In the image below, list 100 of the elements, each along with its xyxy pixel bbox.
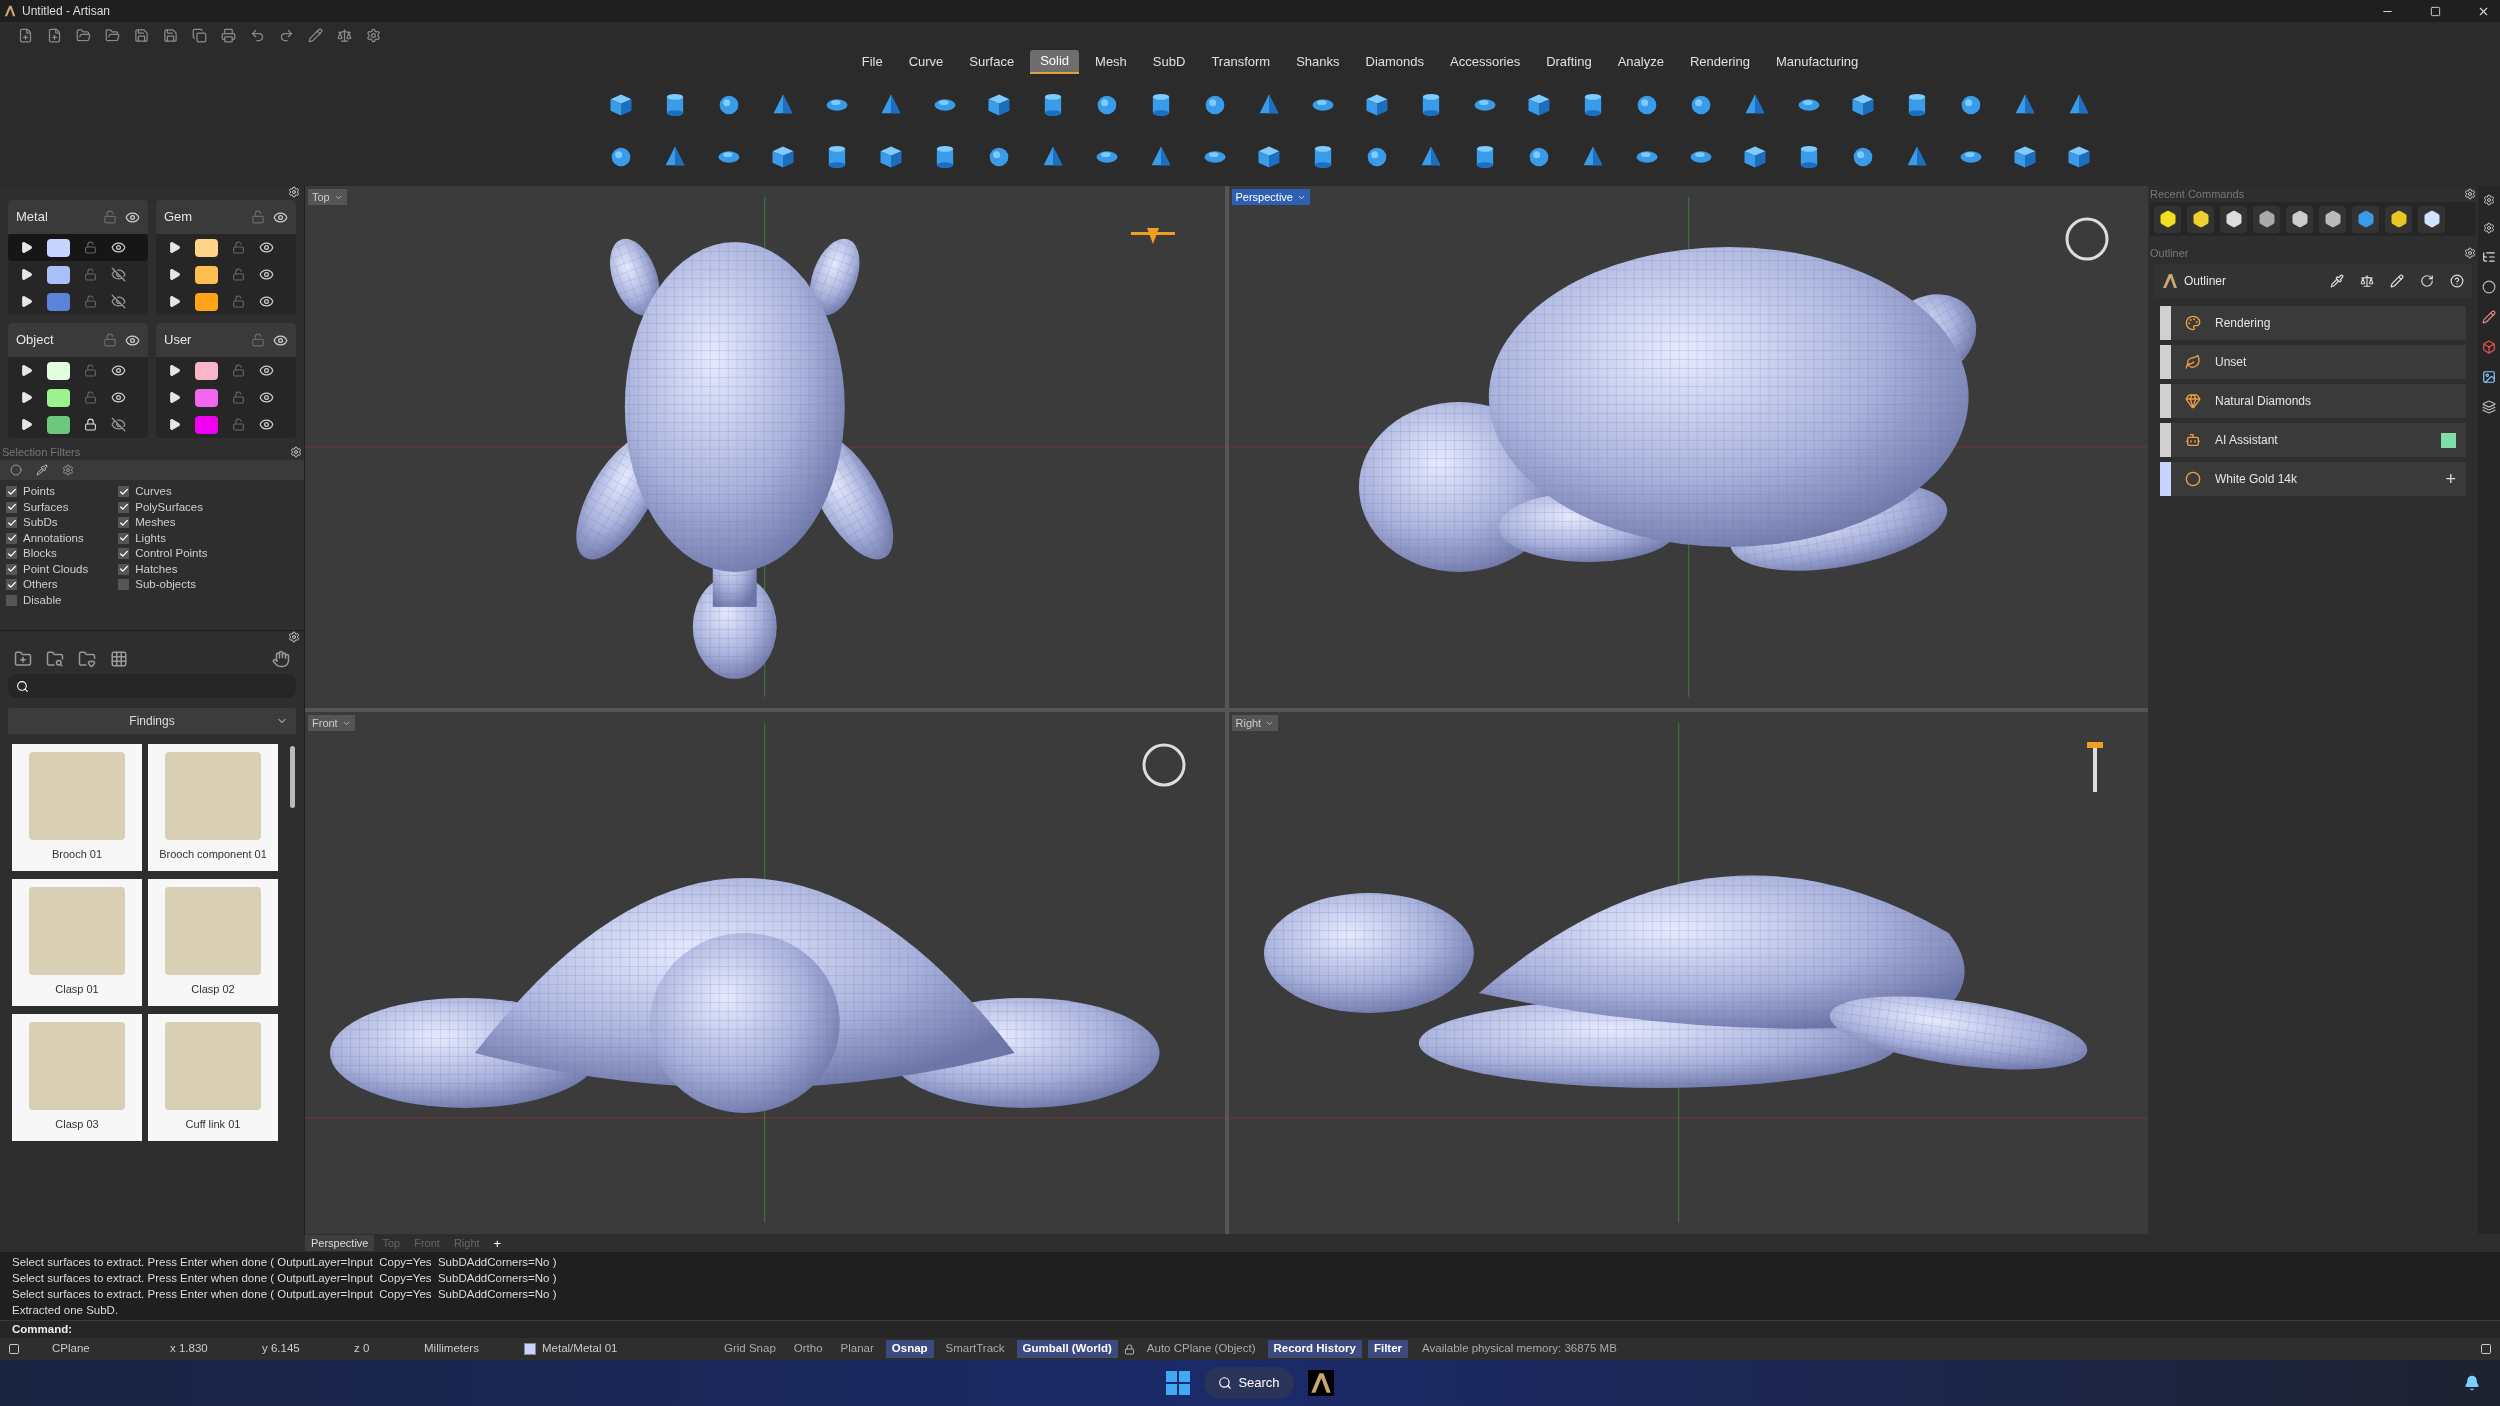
eyedropper-icon[interactable]: [2330, 274, 2344, 288]
eye-icon[interactable]: [273, 209, 288, 225]
layer-color-swatch[interactable]: [195, 361, 218, 380]
checkbox[interactable]: [6, 532, 17, 544]
command-icon[interactable]: [2290, 210, 2309, 228]
checkbox[interactable]: [118, 517, 130, 529]
maximize-icon[interactable]: [2430, 5, 2441, 17]
command-icon[interactable]: [2389, 210, 2408, 228]
quick-access-icon[interactable]: [76, 27, 91, 43]
unlock-icon[interactable]: [232, 268, 245, 281]
quick-access-icon[interactable]: [105, 27, 120, 43]
command-icon[interactable]: [2356, 210, 2375, 228]
menu-tab[interactable]: Solid: [1030, 50, 1080, 74]
windows-start-icon[interactable]: [1166, 1371, 1191, 1395]
layer-color-swatch[interactable]: [195, 238, 218, 257]
unlock-icon[interactable]: [84, 364, 97, 377]
play-icon[interactable]: [20, 295, 33, 308]
command-icon[interactable]: [2422, 210, 2441, 228]
scrollbar-thumb[interactable]: [290, 746, 295, 808]
status-toggle[interactable]: Record History: [1267, 1340, 1362, 1358]
checkbox[interactable]: [6, 548, 17, 560]
quick-access-icon[interactable]: [221, 27, 236, 43]
eye-icon[interactable]: [259, 363, 274, 378]
circle-tab-icon[interactable]: [2482, 280, 2496, 294]
view-tab[interactable]: Perspective: [305, 1235, 375, 1251]
layers-tab-icon[interactable]: [2482, 400, 2496, 414]
command-icon[interactable]: [2224, 210, 2243, 228]
settings-icon[interactable]: [288, 631, 300, 643]
play-icon[interactable]: [20, 418, 33, 431]
menu-tab[interactable]: File: [851, 50, 893, 74]
quick-access-icon[interactable]: [18, 27, 33, 43]
layer-color-swatch[interactable]: [195, 388, 218, 407]
quick-access-icon[interactable]: [250, 27, 265, 43]
checkbox[interactable]: [6, 563, 17, 575]
checkbox[interactable]: [6, 579, 17, 591]
play-icon[interactable]: [168, 391, 181, 404]
layer-color-swatch[interactable]: [47, 238, 70, 257]
layer-color-swatch[interactable]: [195, 265, 218, 284]
settings-icon[interactable]: [288, 186, 300, 198]
settings-icon[interactable]: [2464, 247, 2476, 259]
status-toggle[interactable]: Osnap: [885, 1340, 934, 1358]
viewport[interactable]: Right: [1228, 712, 2148, 1234]
eye-icon[interactable]: [259, 240, 274, 255]
status-toggle[interactable]: Planar: [834, 1340, 880, 1358]
viewport-label[interactable]: Right: [1231, 715, 1279, 731]
library-item-card[interactable]: Brooch component 01: [148, 744, 278, 871]
unlock-icon[interactable]: [84, 241, 97, 254]
category-dropdown[interactable]: Findings: [8, 708, 296, 734]
scale-icon[interactable]: [2360, 274, 2374, 288]
checkbox[interactable]: [6, 517, 17, 529]
quick-access-icon[interactable]: [47, 27, 62, 43]
checkbox[interactable]: [6, 594, 17, 606]
layer-color-swatch[interactable]: [47, 265, 70, 284]
add-button[interactable]: +: [2445, 470, 2456, 488]
checkbox[interactable]: [118, 563, 130, 575]
lock-icon[interactable]: [84, 418, 97, 431]
layer-row[interactable]: [8, 234, 148, 261]
menu-tab[interactable]: Analyze: [1607, 50, 1674, 74]
checkbox[interactable]: [6, 501, 17, 513]
eye-off-icon[interactable]: [111, 417, 126, 432]
library-item-card[interactable]: Cuff link 01: [148, 1014, 278, 1141]
command-icon[interactable]: [2257, 210, 2276, 228]
rotate-ring-icon[interactable]: [1140, 742, 1187, 788]
eye-icon[interactable]: [259, 390, 274, 405]
checkbox[interactable]: [118, 532, 130, 544]
eye-off-icon[interactable]: [111, 294, 126, 309]
library-item-card[interactable]: Clasp 03: [12, 1014, 142, 1141]
menu-tab[interactable]: SubD: [1142, 50, 1196, 74]
checkbox[interactable]: [118, 501, 130, 513]
cplane-label[interactable]: CPlane: [52, 1340, 112, 1358]
layer-color-swatch[interactable]: [47, 292, 70, 311]
outliner-row[interactable]: White Gold 14k +: [2160, 462, 2466, 496]
layer-color-swatch[interactable]: [195, 292, 218, 311]
eye-icon[interactable]: [111, 240, 126, 255]
unlock-icon[interactable]: [232, 241, 245, 254]
menu-tab[interactable]: Surface: [959, 50, 1025, 74]
folder-search-icon[interactable]: [46, 650, 64, 668]
play-icon[interactable]: [20, 364, 33, 377]
play-icon[interactable]: [168, 241, 181, 254]
settings-icon[interactable]: [290, 446, 302, 458]
eye-icon[interactable]: [259, 417, 274, 432]
quick-access-icon[interactable]: [366, 27, 381, 43]
viewport[interactable]: Front: [305, 712, 1225, 1234]
menu-tab[interactable]: Mesh: [1085, 50, 1137, 74]
taskbar-search[interactable]: Search: [1204, 1367, 1294, 1399]
menu-tab[interactable]: Transform: [1201, 50, 1281, 74]
gear-icon[interactable]: [62, 464, 74, 476]
layer-color-swatch[interactable]: [47, 388, 70, 407]
unlock-icon[interactable]: [232, 418, 245, 431]
settings-icon[interactable]: [2483, 222, 2495, 234]
status-toggle[interactable]: Ortho: [787, 1340, 829, 1358]
viewport[interactable]: Top: [305, 186, 1225, 708]
play-icon[interactable]: [168, 364, 181, 377]
checkbox[interactable]: [6, 486, 17, 498]
menu-tab[interactable]: Drafting: [1536, 50, 1602, 74]
library-item-card[interactable]: Clasp 01: [12, 879, 142, 1006]
unlock-icon[interactable]: [84, 391, 97, 404]
color-swatch[interactable]: [2441, 432, 2456, 448]
play-icon[interactable]: [20, 241, 33, 254]
layer-color-swatch[interactable]: [47, 361, 70, 380]
